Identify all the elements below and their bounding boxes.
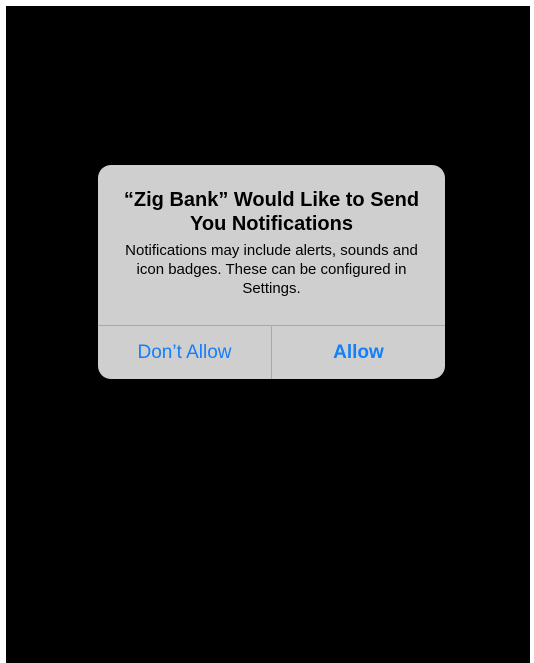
alert-message: Notifications may include alerts, sounds…: [125, 242, 418, 297]
alert-body: “Zig Bank” Would Like to Send You Notifi…: [98, 165, 445, 325]
allow-button[interactable]: Allow: [272, 326, 445, 379]
screen-background: “Zig Bank” Would Like to Send You Notifi…: [6, 6, 530, 663]
alert-title: “Zig Bank” Would Like to Send You Notifi…: [123, 189, 420, 235]
notification-permission-alert: “Zig Bank” Would Like to Send You Notifi…: [98, 165, 445, 379]
dont-allow-button[interactable]: Don’t Allow: [98, 326, 271, 379]
alert-actions: Don’t Allow Allow: [98, 326, 445, 379]
